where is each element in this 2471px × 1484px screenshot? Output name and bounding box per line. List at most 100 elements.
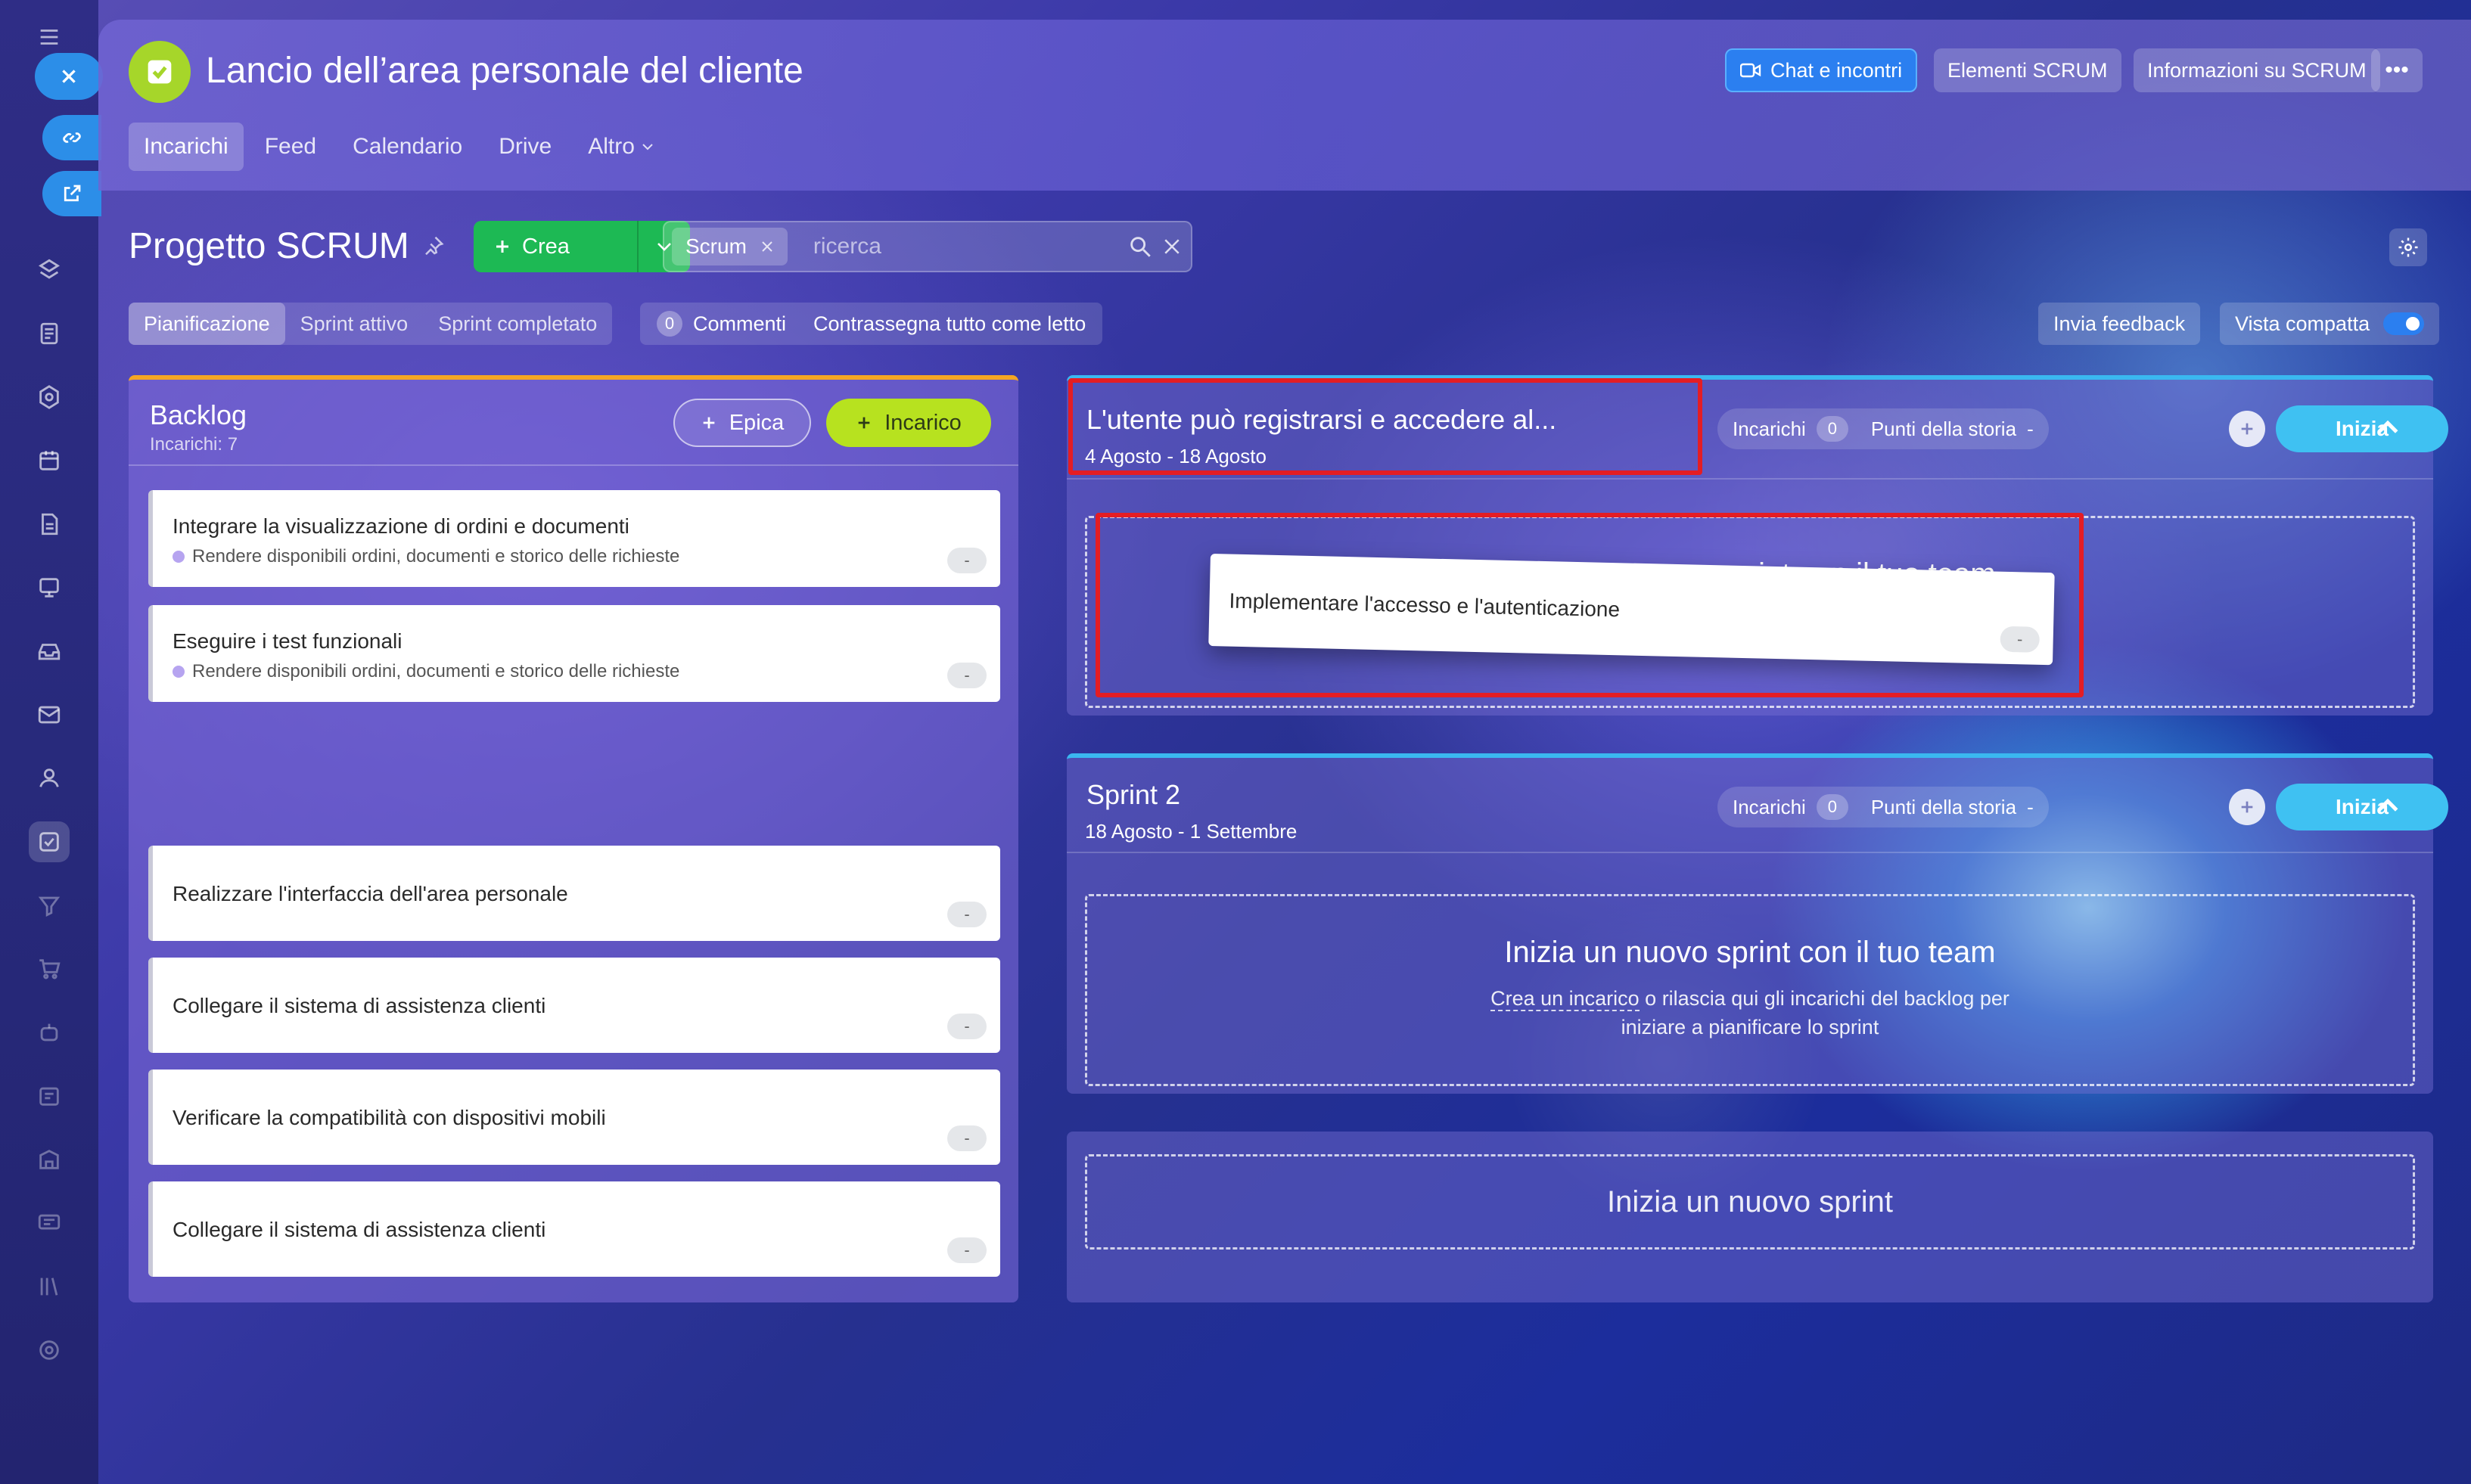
sprint-title[interactable]: Sprint 2 [1086,779,1180,811]
sprint-block-2: Sprint 2 18 Agosto - 1 Settembre Incaric… [1067,753,2448,1094]
start-sprint-button[interactable]: Inizia [2276,784,2448,830]
tab-incarichi[interactable]: Incarichi [129,123,244,171]
contacts-icon[interactable] [29,758,70,799]
funnel-icon[interactable] [29,885,70,926]
add-task-to-sprint-button[interactable] [2229,789,2265,825]
mail-icon[interactable] [29,694,70,735]
story-points-badge[interactable]: - [947,1125,987,1151]
scrum-info-label: Informazioni su SCRUM [2147,58,2367,82]
remove-filter-icon[interactable] [760,240,774,253]
search-input[interactable]: ricerca [813,234,1127,259]
cart-icon[interactable] [29,948,70,989]
board-icon[interactable] [29,567,70,608]
card-title: Verificare la compatibilità con disposit… [173,1106,606,1129]
plus-icon [2241,801,2253,813]
new-sprint-block: Inizia un nuovo sprint [1067,1132,2433,1302]
search-box[interactable]: Scrum ricerca [663,221,1192,272]
plus-icon [703,417,715,429]
hexagon-icon[interactable] [29,377,70,418]
backlog-count: Incarichi: 7 [150,434,238,455]
toggle-switch[interactable] [2383,312,2425,335]
chevron-down-icon [642,144,653,151]
comments-label[interactable]: Commenti [693,312,786,336]
create-button[interactable]: Crea [474,221,690,272]
settings-icon[interactable] [29,1330,70,1371]
library-icon[interactable] [29,1266,70,1307]
story-points-value: - [2027,795,2034,818]
monitor-icon[interactable] [29,1203,70,1243]
chevron-up-icon[interactable] [2373,413,2403,443]
sprint-drop-zone[interactable]: Inizia un nuovo sprint con il tuo team C… [1085,894,2415,1086]
plus-icon [2241,423,2253,435]
drop-zone-title: Inizia un nuovo sprint con il tuo team [1504,936,1996,969]
tab-sprint-completato[interactable]: Sprint completato [423,303,612,345]
page-title: Lancio dell’area personale del cliente [206,51,803,91]
story-points-badge[interactable]: - [947,663,987,688]
story-points-badge[interactable]: - [947,1237,987,1263]
story-points-badge[interactable]: - [947,902,987,927]
menu-icon[interactable] [29,17,70,57]
backlog-card[interactable]: Verificare la compatibilità con disposit… [148,1070,1000,1165]
copy-link-button[interactable] [42,115,101,160]
story-points-badge[interactable]: - [947,1014,987,1039]
epic-dot-icon [173,666,185,678]
close-slider-button[interactable] [35,53,103,100]
tab-calendario[interactable]: Calendario [337,123,477,171]
tab-pianificazione[interactable]: Pianificazione [129,303,285,345]
compact-view-toggle[interactable]: Vista compatta [2220,303,2440,345]
add-epic-button[interactable]: Epica [673,399,811,447]
scrum-info-button[interactable]: Informazioni su SCRUM [2134,48,2380,92]
chevron-up-icon[interactable] [2373,791,2403,821]
tab-altro[interactable]: Altro [573,123,670,171]
drop-zone-subtitle-line2: iniziare a pianificare lo sprint [1621,1016,1879,1038]
schedule-icon[interactable] [29,1076,70,1116]
backlog-card[interactable]: Collegare il sistema di assistenza clien… [148,1181,1000,1277]
chat-meetings-button[interactable]: Chat e incontri [1725,48,1918,92]
main-panel: Lancio dell’area personale del cliente C… [98,20,2471,1484]
sites-icon[interactable] [29,250,70,290]
company-icon[interactable] [29,1139,70,1180]
backlog-card[interactable]: Integrare la visualizzazione di ordini e… [148,490,1000,587]
link-icon [63,132,81,143]
backlog-card[interactable]: Realizzare l'interfaccia dell'area perso… [148,846,1000,941]
tab-sprint-attivo[interactable]: Sprint attivo [285,303,424,345]
project-checklist-icon [148,60,172,84]
add-task-label: Incarico [884,410,962,435]
new-sprint-button[interactable]: Inizia un nuovo sprint [1085,1154,2415,1250]
robot-icon[interactable] [29,1012,70,1053]
story-points-value: - [2027,417,2034,440]
create-task-link[interactable]: Crea un incarico [1490,987,1640,1011]
card-title: Integrare la visualizzazione di ordini e… [173,514,629,538]
inbox-icon[interactable] [29,631,70,672]
documents-icon[interactable] [29,313,70,354]
clear-search-icon[interactable] [1161,235,1183,258]
tab-feed[interactable]: Feed [250,123,331,171]
search-icon[interactable] [1127,234,1153,259]
sprint-dates[interactable]: 18 Agosto - 1 Settembre [1085,820,1297,843]
story-points-badge[interactable]: - [947,548,987,573]
tab-drive[interactable]: Drive [483,123,567,171]
tasks-icon[interactable] [29,821,70,862]
drop-zone-subtitle-rest: o rilascia qui gli incarichi del backlog… [1639,987,2009,1010]
backlog-column: Backlog Incarichi: 7 Epica Incarico Inte… [129,375,1018,1302]
scrum-elements-button[interactable]: Elementi SCRUM [1934,48,2121,92]
tasks-count: 0 [1816,794,1848,820]
file-icon[interactable] [29,504,70,545]
backlog-card[interactable]: Collegare il sistema di assistenza clien… [148,958,1000,1053]
card-title: Collegare il sistema di assistenza clien… [173,1218,546,1241]
backlog-card[interactable]: Eseguire i test funzionali Rendere dispo… [148,605,1000,702]
more-button[interactable]: ••• [2371,48,2423,92]
highlight-dragged-card [1096,513,2084,697]
highlight-sprint-title [1068,378,1702,475]
start-sprint-button[interactable]: Inizia [2276,405,2448,452]
pin-icon[interactable] [422,234,445,257]
send-feedback-button[interactable]: Invia feedback [2038,303,2201,345]
filter-chip-scrum[interactable]: Scrum [672,228,788,265]
board-settings-button[interactable] [2389,228,2427,266]
add-task-to-sprint-button[interactable] [2229,411,2265,447]
mark-all-read-link[interactable]: Contrassegna tutto come letto [813,312,1086,336]
create-main[interactable]: Crea [474,221,589,272]
add-task-button[interactable]: Incarico [826,399,991,447]
open-new-window-button[interactable] [42,171,101,216]
calendar-icon[interactable] [29,440,70,481]
